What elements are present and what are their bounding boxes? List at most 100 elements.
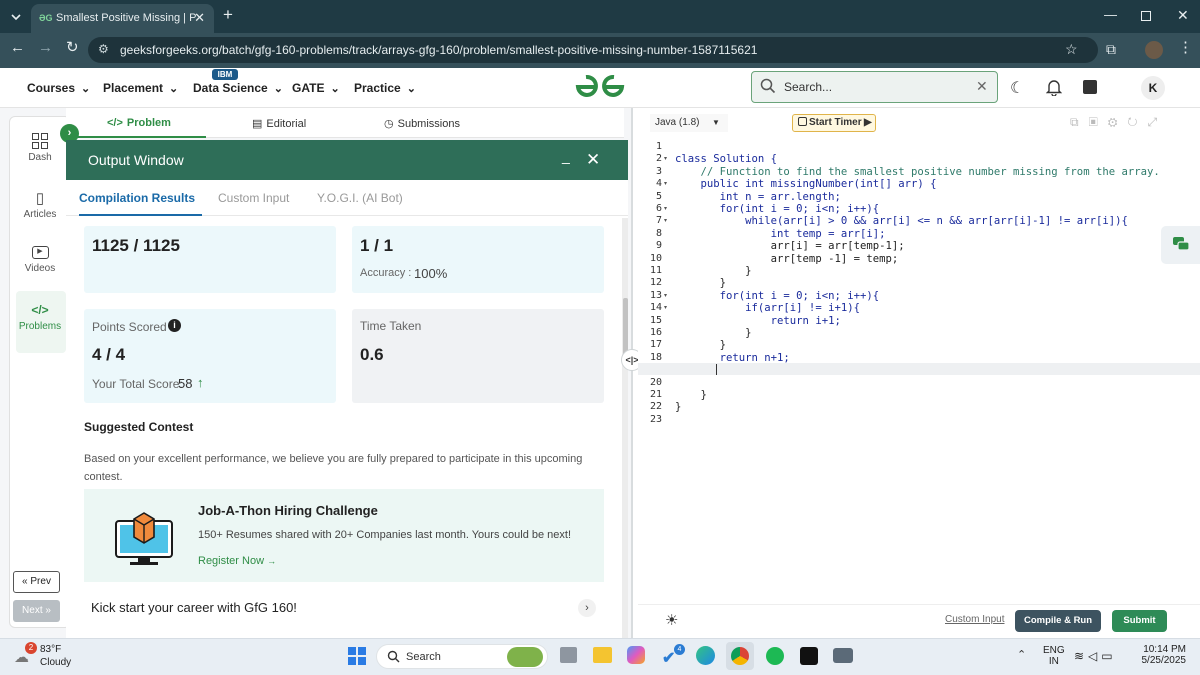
- clock[interactable]: 10:14 PM 5/25/2025: [1134, 644, 1187, 666]
- chevron-down-icon: ⌄: [169, 83, 179, 95]
- bell-icon[interactable]: [1046, 78, 1062, 96]
- clear-search-icon[interactable]: ✕: [976, 78, 988, 95]
- site-search[interactable]: Search... ✕: [751, 71, 998, 103]
- language-indicator[interactable]: ENG IN: [1043, 645, 1065, 667]
- site-info-icon[interactable]: ⚙: [98, 42, 109, 56]
- fold-arrow-icon[interactable]: ▾: [664, 155, 667, 162]
- editor-actions-icons[interactable]: ⧉▣⚙↻⤢: [1070, 115, 1167, 130]
- address-bar[interactable]: ⚙ geeksforgeeks.org/batch/gfg-160-proble…: [88, 37, 1098, 63]
- code-icon: </>: [31, 303, 49, 317]
- contest-description: 150+ Resumes shared with 20+ Companies l…: [198, 529, 572, 541]
- user-avatar[interactable]: K: [1141, 76, 1165, 100]
- next-button[interactable]: Next »: [13, 600, 60, 622]
- total-score-label: Your Total Score:: [92, 377, 183, 391]
- play-icon: ▶: [864, 117, 872, 128]
- dark-mode-icon[interactable]: ☾: [1010, 78, 1024, 98]
- jetbrains-icon[interactable]: [800, 647, 818, 665]
- code-line: }: [675, 265, 752, 277]
- timer-label: Start Timer: [809, 117, 862, 128]
- bookmark-star-icon[interactable]: ☆: [1065, 41, 1078, 58]
- points-value: 4 / 4: [92, 345, 126, 364]
- nav-placement-label: Placement: [103, 81, 164, 95]
- code-line: public int missingNumber(int[] arr) {: [675, 178, 937, 191]
- chrome-icon[interactable]: [731, 647, 749, 665]
- new-tab-icon[interactable]: +: [223, 6, 233, 23]
- prev-button[interactable]: « Prev: [13, 571, 60, 593]
- nav-data-science[interactable]: Data Science ⌄: [193, 81, 283, 95]
- reload-icon[interactable]: ↻: [66, 40, 79, 55]
- wifi-volume-battery-icons[interactable]: ≋◁▭: [1074, 649, 1117, 663]
- fold-arrow-icon[interactable]: ▾: [664, 292, 667, 299]
- custom-input-link[interactable]: Custom Input: [945, 614, 1004, 625]
- browser-menu-icon[interactable]: ⋮: [1178, 40, 1193, 55]
- tab-yogi-bot[interactable]: Y.O.G.I. (AI Bot): [317, 191, 403, 205]
- tab-custom-input[interactable]: Custom Input: [218, 191, 289, 205]
- translate-icon[interactable]: [1083, 80, 1097, 94]
- task-view-icon[interactable]: [560, 647, 577, 663]
- weather-condition: Cloudy: [40, 657, 72, 668]
- test-cases-value: 1125 / 1125: [92, 236, 180, 255]
- sidebar-item-problems[interactable]: </> Problems: [14, 303, 66, 332]
- close-window-icon[interactable]: ✕: [1177, 8, 1189, 22]
- output-tabs: Compilation Results Custom Input Y.O.G.I…: [66, 180, 628, 216]
- gfg-logo[interactable]: [575, 74, 625, 100]
- compile-run-button[interactable]: Compile & Run: [1015, 610, 1101, 632]
- close-output-icon[interactable]: ✕: [586, 150, 600, 170]
- minimize-icon[interactable]: —: [1104, 8, 1117, 22]
- register-now-link[interactable]: Register Now →: [198, 555, 276, 567]
- copilot-icon[interactable]: [627, 646, 645, 664]
- search-input[interactable]: Search...: [784, 80, 832, 94]
- minimize-output-icon[interactable]: _: [562, 148, 570, 164]
- fold-arrow-icon[interactable]: ▾: [664, 304, 667, 311]
- sidebar-item-label: Videos: [24, 263, 56, 274]
- windows-start-icon[interactable]: [348, 647, 366, 665]
- line-number: 8: [655, 227, 662, 239]
- chat-widget[interactable]: [1161, 226, 1200, 264]
- line-number: 3: [655, 165, 662, 177]
- kickstart-banner[interactable]: Kick start your career with GfG 160!: [91, 600, 297, 615]
- tab-problem[interactable]: </> Problem: [107, 117, 171, 129]
- nav-placement[interactable]: Placement ⌄: [103, 81, 178, 95]
- sidebar-item-articles[interactable]: ▯ Articles: [14, 189, 66, 220]
- output-window-header: Output Window _ ✕: [66, 140, 628, 180]
- tab-compilation-results[interactable]: Compilation Results: [79, 191, 195, 205]
- ibm-badge: IBM: [212, 69, 238, 80]
- profile-avatar-icon[interactable]: [1145, 41, 1163, 59]
- tab-search-icon[interactable]: [9, 10, 23, 24]
- output-scrollbar[interactable]: [622, 218, 628, 638]
- extensions-icon[interactable]: ⧉: [1106, 42, 1116, 56]
- spotify-icon[interactable]: [766, 647, 784, 665]
- language-select[interactable]: Java (1.8) ▼: [650, 114, 728, 132]
- chevron-right-icon[interactable]: ›: [578, 599, 596, 617]
- browser-tab[interactable]: ƏG Smallest Positive Missing | Practi ✕: [31, 4, 214, 33]
- taskbar-search[interactable]: Search: [376, 644, 548, 669]
- fold-arrow-icon[interactable]: ▾: [664, 205, 667, 212]
- tab-submissions[interactable]: ◷ Submissions: [384, 117, 460, 130]
- maximize-icon[interactable]: [1141, 11, 1151, 21]
- info-icon[interactable]: i: [168, 319, 181, 332]
- back-icon[interactable]: ←: [10, 40, 25, 55]
- submit-button[interactable]: Submit: [1112, 610, 1167, 632]
- edge-icon[interactable]: [696, 646, 715, 665]
- nav-courses[interactable]: Courses ⌄: [27, 81, 90, 95]
- app-badge: 4: [674, 644, 685, 655]
- sidebar-item-videos[interactable]: ▶ Videos: [14, 246, 66, 274]
- chevron-down-icon: ⌄: [81, 83, 91, 95]
- nav-gate[interactable]: GATE ⌄: [292, 81, 340, 95]
- file-explorer-icon[interactable]: [593, 647, 612, 663]
- lightbulb-icon[interactable]: ☀: [665, 611, 678, 629]
- lang-top: ENG: [1043, 645, 1065, 656]
- nav-practice-label: Practice: [354, 81, 401, 95]
- camera-icon[interactable]: [833, 648, 853, 663]
- fold-arrow-icon[interactable]: ▾: [664, 180, 667, 187]
- nav-practice[interactable]: Practice ⌄: [354, 81, 416, 95]
- fold-arrow-icon[interactable]: ▾: [664, 217, 667, 224]
- pane-divider: [631, 108, 633, 638]
- code-line: }: [675, 339, 727, 352]
- sidebar-item-dash[interactable]: Dash: [14, 133, 66, 163]
- tray-chevron-up-icon[interactable]: ⌃: [1017, 648, 1026, 661]
- nav-gate-label: GATE: [292, 81, 325, 95]
- tab-editorial[interactable]: ▤ Editorial: [252, 117, 306, 130]
- tab-close-icon[interactable]: ✕: [194, 10, 205, 26]
- forward-icon[interactable]: →: [38, 40, 53, 55]
